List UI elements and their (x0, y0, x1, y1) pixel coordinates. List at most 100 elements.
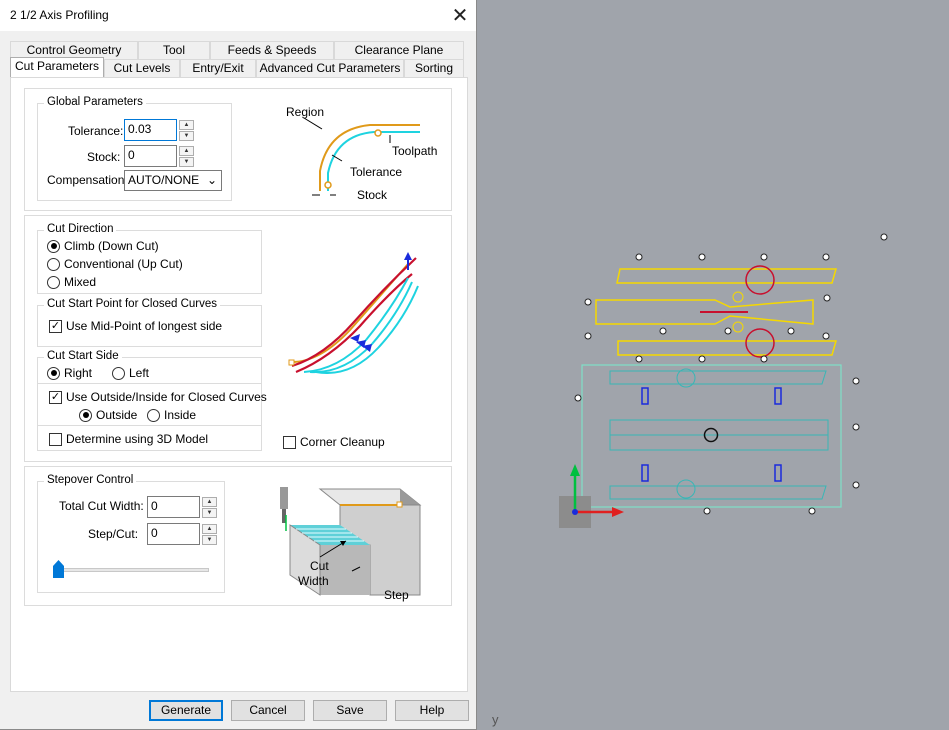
help-button[interactable]: Help (395, 700, 469, 721)
left-radio[interactable]: Left (112, 366, 149, 380)
global-parameters-legend: Global Parameters (44, 96, 146, 108)
cut-direction-section: Cut Direction Climb (Down Cut) Conventio… (24, 215, 452, 462)
compensation-label: Compensation: (47, 173, 128, 187)
climb-label: Climb (Down Cut) (64, 239, 159, 253)
stock-text: Stock (357, 188, 388, 199)
blue-pocket (641, 387, 649, 405)
check-icon: ✓ (49, 319, 62, 333)
window-title: 2 1/2 Axis Profiling (10, 8, 109, 22)
compensation-value: AUTO/NONE (128, 173, 200, 187)
right-label: Right (64, 366, 93, 380)
yellow-profile (617, 340, 837, 356)
step-cut-input[interactable]: 0 (147, 523, 200, 545)
cut-direction-illustration (288, 252, 419, 374)
tab-cut-levels[interactable]: Cut Levels (104, 59, 180, 77)
red-contour (745, 328, 775, 358)
cut-direction-legend: Cut Direction (44, 223, 117, 235)
region-text: Region (286, 105, 324, 119)
red-contour (745, 265, 775, 295)
tab-sorting[interactable]: Sorting (404, 59, 464, 77)
stepover-slider-thumb[interactable] (53, 560, 64, 578)
mixed-radio[interactable]: Mixed (47, 275, 96, 289)
tab-entry-exit[interactable]: Entry/Exit (180, 59, 256, 77)
chevron-down-icon: ⌄ (206, 173, 217, 187)
outside-label: Outside (96, 408, 138, 422)
tab-feeds-speeds[interactable]: Feeds & Speeds (210, 41, 334, 59)
close-button[interactable]: ✕ (444, 0, 476, 31)
toolpath-text: Toolpath (392, 144, 437, 158)
origin-point (572, 509, 578, 515)
control-points[interactable] (574, 233, 888, 515)
blue-pocket (774, 387, 782, 405)
stock-label: Stock: (87, 150, 121, 164)
stepover-control-legend: Stepover Control (44, 474, 137, 486)
midpoint-checkbox[interactable]: ✓ Use Mid-Point of longest side (49, 319, 222, 333)
teal-part (609, 370, 827, 385)
checkbox-empty (49, 432, 62, 446)
total-cut-width-input[interactable]: 0 (147, 496, 200, 518)
tolerance-spinner[interactable]: ▲ ▼ (179, 120, 194, 142)
radio-dot (47, 239, 60, 253)
radio-dot (112, 366, 125, 380)
step-cut-spinner[interactable]: ▲ ▼ (202, 524, 217, 546)
tolerance-text: Tolerance (350, 165, 402, 179)
tab-advanced-cut-parameters[interactable]: Advanced Cut Parameters (256, 59, 404, 77)
use-outside-inside-checkbox[interactable]: ✓ Use Outside/Inside for Closed Curves (49, 390, 267, 404)
tolerance-input[interactable]: 0.03 (124, 119, 177, 141)
stepover-slider-track[interactable] (53, 568, 209, 572)
axis-label: y (492, 712, 499, 727)
teal-part (676, 479, 696, 499)
radio-dot (147, 408, 160, 422)
conventional-label: Conventional (Up Cut) (64, 257, 183, 271)
blue-pocket (641, 464, 649, 482)
tab-panel: Global Parameters Tolerance: 0.03 ▲ ▼ Sto… (10, 77, 468, 692)
radio-dot (79, 408, 92, 422)
conventional-radio[interactable]: Conventional (Up Cut) (47, 257, 183, 271)
climb-radio[interactable]: Climb (Down Cut) (47, 239, 159, 253)
stock-spinner[interactable]: ▲ ▼ (179, 146, 194, 168)
yellow-profile (616, 268, 837, 284)
blue-pocket (774, 464, 782, 482)
yellow-profile (732, 291, 744, 303)
teal-part (609, 485, 827, 500)
profiling-dialog: 2 1/2 Axis Profiling ✕ Control Geometry … (0, 0, 477, 730)
tab-tool[interactable]: Tool (138, 41, 210, 59)
step-cut-label: Step/Cut: (88, 527, 139, 541)
inside-label: Inside (164, 408, 197, 422)
total-cut-width-label: Total Cut Width: (59, 499, 144, 513)
total-cut-width-spinner[interactable]: ▲ ▼ (202, 497, 217, 519)
midpoint-label: Use Mid-Point of longest side (66, 319, 223, 333)
cut-text: Cut (310, 559, 329, 573)
determine-3d-label: Determine using 3D Model (66, 432, 209, 446)
y-axis-arrow (570, 464, 580, 476)
radio-dot (47, 366, 60, 380)
stock-input[interactable]: 0 (124, 145, 177, 167)
inside-radio[interactable]: Inside (147, 408, 196, 422)
stepover-section: Stepover Control Total Cut Width: 0 ▲ ▼ S… (24, 466, 452, 606)
cancel-button[interactable]: Cancel (231, 700, 305, 721)
width-text: Width (298, 574, 329, 588)
radio-dot (47, 275, 60, 289)
right-radio[interactable]: Right (47, 366, 92, 380)
cad-viewport[interactable] (478, 0, 949, 730)
cut-start-side-legend: Cut Start Side (44, 350, 122, 362)
save-button[interactable]: Save (313, 700, 387, 721)
radio-dot (47, 257, 60, 271)
x-axis-arrow (612, 507, 624, 517)
compensation-select[interactable]: AUTO/NONE ⌄ (124, 170, 222, 191)
title-bar[interactable]: 2 1/2 Axis Profiling ✕ (0, 0, 476, 31)
outside-radio[interactable]: Outside (79, 408, 137, 422)
divider (37, 425, 262, 426)
tab-row-front: Cut Parameters Cut Levels Entry/Exit Adv… (10, 57, 464, 77)
mixed-label: Mixed (64, 275, 97, 289)
generate-button[interactable]: Generate (149, 700, 223, 721)
cut-start-point-legend: Cut Start Point for Closed Curves (44, 298, 221, 310)
divider (37, 383, 262, 384)
determine-3d-checkbox[interactable]: Determine using 3D Model (49, 432, 208, 446)
yellow-profile (732, 321, 744, 333)
corner-cleanup-checkbox[interactable]: Corner Cleanup (283, 435, 385, 449)
tab-clearance-plane[interactable]: Clearance Plane (334, 41, 464, 59)
use-outside-inside-label: Use Outside/Inside for Closed Curves (66, 390, 267, 404)
tab-cut-parameters[interactable]: Cut Parameters (10, 57, 104, 77)
check-icon: ✓ (49, 390, 62, 404)
